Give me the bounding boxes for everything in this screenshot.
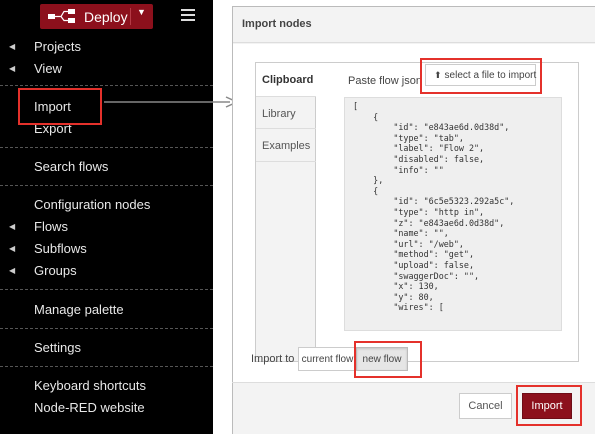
import-menu-highlight	[18, 88, 102, 125]
dialog-title: Import nodes	[233, 7, 595, 43]
menu-item-configuration-nodes[interactable]: Configuration nodes	[34, 197, 150, 212]
menu-item-flows[interactable]: Flows	[34, 219, 68, 234]
hamburger-menu-icon[interactable]	[181, 9, 195, 21]
caret-left-icon: ◀	[9, 266, 16, 275]
import-button-highlight	[516, 385, 582, 426]
menu-item-view[interactable]: View	[34, 61, 62, 76]
menu-divider	[0, 85, 213, 86]
menu-divider	[0, 185, 213, 186]
menu-divider	[0, 328, 213, 329]
tab-column: Clipboard Library Examples	[256, 63, 317, 361]
caret-left-icon: ◀	[9, 222, 16, 231]
menu-item-groups[interactable]: Groups	[34, 263, 77, 278]
tab-clipboard[interactable]: Clipboard	[256, 63, 317, 96]
menu-divider	[0, 147, 213, 148]
import-to-current-flow-button[interactable]: current flow	[298, 347, 356, 371]
menu-item-settings[interactable]: Settings	[34, 340, 81, 355]
deploy-button[interactable]: Deploy ▼	[40, 4, 153, 29]
import-to-label: Import to	[251, 353, 295, 365]
deploy-label: Deploy	[84, 8, 128, 25]
caret-left-icon: ◀	[9, 64, 16, 73]
flow-json-text: [ { "id": "e843ae6d.0d38d", "type": "tab…	[353, 101, 515, 313]
menu-item-keyboard-shortcuts[interactable]: Keyboard shortcuts	[34, 378, 146, 393]
menu-header: Deploy ▼	[0, 0, 213, 33]
connector-arrow-icon	[104, 96, 239, 108]
menu-item-subflows[interactable]: Subflows	[34, 241, 87, 256]
deploy-flow-icon	[48, 4, 78, 29]
deploy-caret-icon[interactable]: ▼	[137, 7, 146, 17]
menu-divider	[0, 366, 213, 367]
menu-item-search-flows[interactable]: Search flows	[34, 159, 108, 174]
tab-examples[interactable]: Examples	[256, 129, 316, 162]
menu-item-projects[interactable]: Projects	[34, 39, 81, 54]
menu-item-node-red-website[interactable]: Node-RED website	[34, 400, 145, 415]
menu-item-manage-palette[interactable]: Manage palette	[34, 302, 124, 317]
main-menu: Deploy ▼ ◀ Projects ◀ View Import Export…	[0, 0, 213, 434]
new-flow-highlight	[354, 341, 422, 378]
cancel-button[interactable]: Cancel	[459, 393, 512, 419]
caret-left-icon: ◀	[9, 42, 16, 51]
tab-library[interactable]: Library	[256, 96, 316, 129]
dialog-footer-divider	[232, 382, 595, 383]
caret-left-icon: ◀	[9, 244, 16, 253]
menu-divider	[0, 289, 213, 290]
flow-json-textarea[interactable]: [ { "id": "e843ae6d.0d38d", "type": "tab…	[344, 97, 562, 331]
select-file-highlight	[420, 58, 542, 94]
